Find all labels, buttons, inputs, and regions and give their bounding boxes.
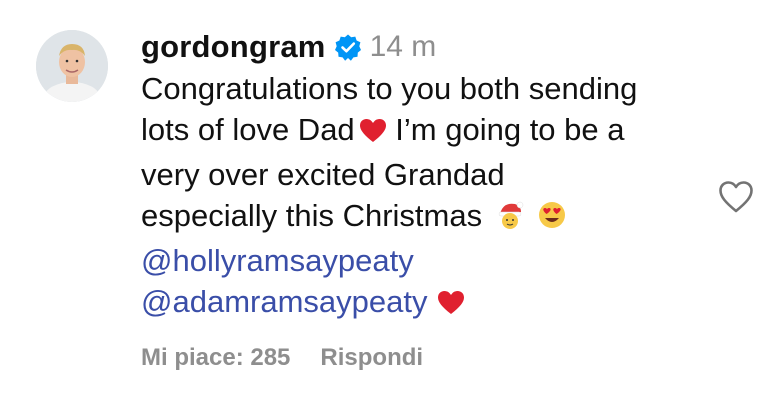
comment-line-3: very over excited Grandad — [141, 157, 505, 192]
red-heart-emoji — [359, 113, 387, 154]
reply-button[interactable]: Rispondi — [320, 344, 423, 372]
comment-body: gordongram 14 m Congratulations to you b… — [141, 26, 711, 326]
like-button[interactable] — [718, 180, 754, 214]
comment-line-1: Congratulations to you both sending — [141, 71, 638, 106]
verified-badge-icon — [334, 33, 362, 61]
comment-header: gordongram 14 m — [141, 26, 711, 68]
timestamp[interactable]: 14 m — [370, 30, 437, 64]
comment-line-2a: lots of love Dad — [141, 112, 355, 147]
baby-santa-emoji — [495, 199, 525, 240]
username[interactable]: gordongram — [141, 29, 326, 65]
comment-line-2: lots of love Dad I’m going to be a — [141, 109, 711, 154]
heart-outline-icon — [719, 181, 753, 213]
comment-footer: Mi piace: 285 Rispondi — [141, 344, 423, 372]
red-heart-emoji — [437, 285, 465, 326]
avatar[interactable] — [36, 30, 108, 102]
avatar-photo — [36, 30, 108, 102]
comment: gordongram 14 m Congratulations to you b… — [0, 0, 767, 407]
comment-text: Congratulations to you both sending lots… — [141, 68, 711, 326]
mention-link[interactable]: @adamramsaypeaty — [141, 284, 427, 319]
comment-mention-line-1: @hollyramsaypeaty — [141, 240, 711, 281]
heart-eyes-emoji — [537, 199, 567, 240]
comment-line-2b: I’m going to be a — [395, 112, 625, 147]
comment-mention-line-2: @adamramsaypeaty — [141, 281, 711, 326]
mention-link[interactable]: @hollyramsaypeaty — [141, 243, 414, 278]
comment-line-4a: especially this Christmas — [141, 198, 483, 233]
likes-count[interactable]: Mi piace: 285 — [141, 344, 290, 372]
comment-line-4: especially this Christmas — [141, 195, 711, 240]
